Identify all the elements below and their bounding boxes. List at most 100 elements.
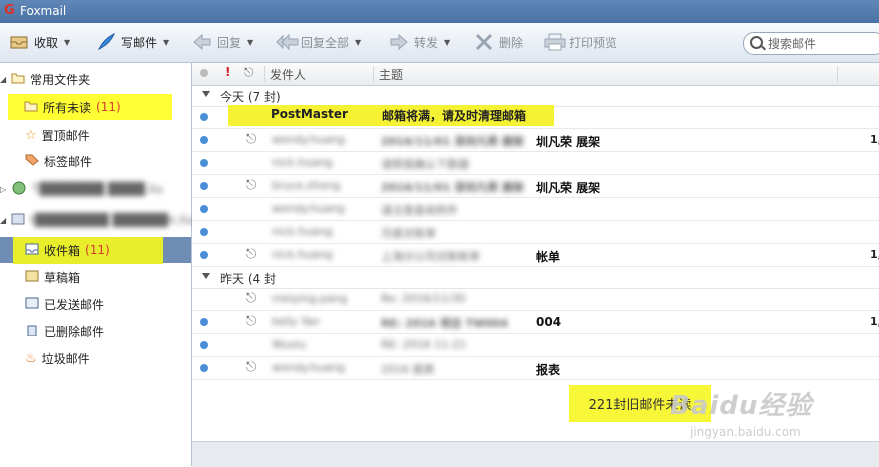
chevron-down-icon: ▼ — [355, 37, 362, 47]
account-2[interactable]: ◢ t████████ ██████n.liu) — [0, 208, 198, 232]
group-label: 今天 (7 封) — [220, 90, 281, 104]
chevron-down-icon: ▼ — [247, 37, 254, 47]
folder-sent[interactable]: 已发送邮件 — [25, 292, 104, 316]
attachment-icon: ⎋ — [246, 314, 257, 329]
unread-dot-icon — [200, 159, 208, 167]
expand-arrow-icon: ▷ — [0, 184, 7, 194]
account-globe-icon — [11, 181, 27, 198]
search-input[interactable] — [766, 35, 879, 53]
inbox-icon — [25, 243, 39, 258]
subject: 邮箱将满，请及时清理邮箱 — [382, 109, 527, 123]
compose-label: 写邮件 — [121, 35, 158, 50]
delete-button[interactable]: 删除 — [474, 31, 523, 53]
attachment-icon: ⎋ — [246, 247, 257, 262]
subject-visible-part: 004 — [536, 315, 562, 329]
group-header-yesterday[interactable]: 昨天 (4 封 — [192, 267, 879, 289]
forward-button[interactable]: 转发 ▼ — [389, 31, 450, 53]
print-preview-button[interactable]: 打印预览 — [544, 31, 617, 53]
folder-drafts[interactable]: 草稿箱 — [25, 265, 80, 289]
table-row[interactable]: nick.huang 月度对账单 — [192, 221, 879, 244]
reply-all-label: 回复全部 — [301, 35, 350, 50]
table-row[interactable]: ⎋ nick.huang 上海分公司对账帐单 帐单 1, — [192, 244, 879, 267]
tag-icon — [25, 154, 39, 169]
window-title: Foxmail — [20, 4, 67, 18]
unread-dot-icon — [200, 113, 208, 121]
drafts-icon — [25, 270, 39, 285]
reply-all-button[interactable]: 回复全部 ▼ — [276, 31, 361, 53]
collapse-arrow-icon: ◢ — [0, 215, 7, 225]
title-bar: G Foxmail — [0, 0, 879, 23]
inbox-unread-count: (11) — [85, 243, 110, 257]
folder-group-label: 常用文件夹 — [30, 72, 91, 87]
feather-pen-icon — [96, 32, 116, 51]
account-mailbox-icon — [11, 213, 25, 228]
priority-col-icon[interactable]: ! — [225, 65, 230, 79]
sender: Wuxiu — [272, 338, 306, 351]
collapse-triangle-icon — [202, 273, 210, 279]
folder-group-common[interactable]: ◢ 常用文件夹 — [0, 67, 90, 91]
unread-dot-icon — [200, 364, 208, 372]
folder-tagged[interactable]: 标签邮件 — [25, 149, 92, 173]
read-status-col-icon[interactable] — [200, 69, 208, 77]
attachment-icon: ⎋ — [246, 132, 257, 147]
compose-button[interactable]: 写邮件 ▼ — [96, 31, 169, 53]
account-1[interactable]: ▷ T███████ ████.liu — [0, 177, 163, 201]
reply-all-arrow-icon — [276, 33, 299, 51]
folder-unread-all[interactable]: 所有未读 (11) — [8, 94, 172, 120]
table-row[interactable]: wendy.huang 请注意查收附件 — [192, 198, 879, 221]
attachment-icon: ⎋ — [246, 178, 257, 193]
delete-label: 删除 — [499, 35, 524, 50]
subject-column-header[interactable]: 主题 — [373, 66, 403, 82]
table-row[interactable]: Wuxiu RE: 2016 11-21 — [192, 334, 879, 357]
attachment-icon: ⎋ — [246, 360, 257, 375]
sender: wendy.huang — [272, 133, 345, 146]
status-bar — [192, 441, 879, 467]
table-row[interactable]: ⎋ meiying.pang Re: 2016/11/30 — [192, 288, 879, 311]
account-label: T███████ ████.liu — [32, 182, 163, 196]
chevron-down-icon: ▼ — [444, 37, 451, 47]
fire-icon: ♨ — [25, 350, 37, 366]
table-row[interactable]: ⎋ kelly Yan RE: 2016 项目 TW004 004 1, — [192, 311, 879, 334]
unread-dot-icon — [200, 136, 208, 144]
chevron-down-icon: ▼ — [64, 37, 71, 47]
sender: wendy.huang — [272, 202, 345, 215]
subject: 月度对账单 — [381, 227, 436, 240]
reply-button[interactable]: 回复 ▼ — [192, 31, 253, 53]
printer-icon — [544, 33, 566, 51]
attachment-col-icon[interactable]: ⎋ — [244, 65, 254, 80]
reply-label: 回复 — [217, 35, 242, 50]
folder-deleted[interactable]: 已删除邮件 — [25, 319, 104, 343]
table-row[interactable]: ⎋ wendy.huang 2016 报表 报表 — [192, 357, 879, 380]
folder-pinned[interactable]: ☆ 置顶邮件 — [25, 123, 90, 147]
folder-label: 已删除邮件 — [44, 324, 105, 339]
subject-visible-part: 报表 — [536, 363, 561, 377]
receive-button[interactable]: 收取 ▼ — [9, 31, 70, 53]
table-row[interactable]: nick.huang 请帮我确认下数据 — [192, 152, 879, 175]
folder-label: 所有未读 — [43, 100, 92, 115]
subject: 2016/11/01 深圳凡荣 展架 — [381, 181, 524, 194]
size: 1, — [870, 315, 879, 328]
size: 1, — [870, 133, 879, 146]
search-box — [743, 32, 879, 55]
size: 1, — [870, 248, 879, 261]
sender-column-header[interactable]: 发件人 — [264, 66, 306, 82]
subject: 2016/11/01 深圳凡荣 展架 — [381, 135, 524, 148]
subject-visible-part: 圳凡荣 展架 — [536, 181, 601, 195]
group-header-today[interactable]: 今天 (7 封) — [192, 85, 879, 107]
folder-inbox[interactable]: 收件箱 (11) — [25, 238, 110, 262]
unread-dot-icon — [200, 251, 208, 259]
sender: meiying.pang — [272, 292, 348, 305]
folder-spam[interactable]: ♨ 垃圾邮件 — [25, 346, 90, 370]
folder-label: 标签邮件 — [44, 154, 93, 169]
sender: nick.huang — [272, 156, 333, 169]
unread-dot-icon — [200, 318, 208, 326]
sender: nick.huang — [272, 225, 333, 238]
list-header: ! ⎋ 发件人 主题 — [192, 63, 879, 86]
search-icon — [750, 36, 763, 49]
table-row[interactable]: ⎋ bruce.zhong 2016/11/01 深圳凡荣 展架 圳凡荣 展架 — [192, 175, 879, 198]
size-column-header[interactable] — [837, 66, 843, 82]
table-row[interactable]: ⎋ wendy.huang 2016/11/01 深圳凡荣 展架 圳凡荣 展架 … — [192, 129, 879, 152]
sender: PostMaster — [271, 107, 348, 121]
trash-icon — [25, 324, 39, 339]
subject: Re: 2016/11/30 — [381, 292, 466, 305]
